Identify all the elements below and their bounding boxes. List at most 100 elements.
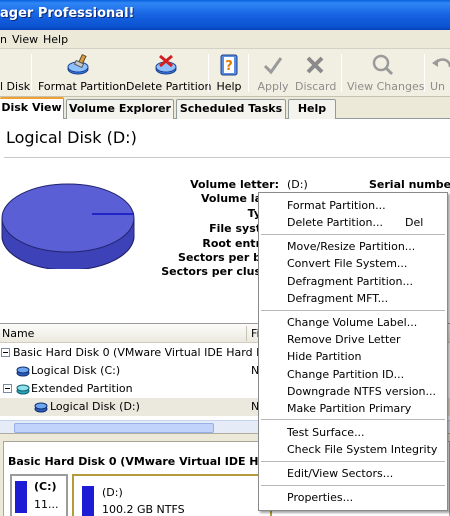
- context-menu: Format Partition... Delete Partition... …: [258, 192, 448, 511]
- title-bar: ager Professional!: [0, 0, 450, 30]
- menu-item-label: Check File System Integrity: [287, 443, 438, 456]
- menu-item-downgrade-ntfs[interactable]: Downgrade NTFS version...: [259, 383, 447, 400]
- apply-checkmark-icon: [263, 57, 283, 75]
- tree-row-label: Logical Disk (D:): [50, 400, 140, 413]
- format-partition-icon: [67, 53, 89, 75]
- toolbar-separator: [248, 54, 249, 92]
- scrollbar-thumb[interactable]: [14, 423, 214, 433]
- toolbar-separator: [31, 54, 32, 92]
- menu-item-label: Hide Partition: [287, 350, 362, 363]
- menu-item-convert-file-system[interactable]: Convert File System...: [259, 255, 447, 272]
- menu-item-edit-view-sectors[interactable]: Edit/View Sectors...: [259, 465, 447, 482]
- partition-size: 11...: [34, 498, 59, 511]
- discard-label: Discard: [295, 80, 337, 93]
- menu-item-label: Convert File System...: [287, 257, 408, 270]
- partition-size: 100.2 GB NTFS: [102, 503, 185, 516]
- tab-help[interactable]: Help: [288, 99, 336, 119]
- apply-label: Apply: [257, 80, 289, 93]
- undo-icon: [432, 58, 450, 68]
- menu-item-label: Defragment MFT...: [287, 292, 389, 305]
- view-changes-magnifier-icon: [372, 54, 394, 76]
- menu-item-label: Remove Drive Letter: [287, 333, 401, 346]
- menu-item-view[interactable]: View: [12, 33, 38, 46]
- menu-item-label: Change Partition ID...: [287, 368, 405, 381]
- delete-partition-icon: [155, 54, 177, 75]
- logical-disk-icon: [34, 402, 48, 413]
- logical-disk-button[interactable]: l Disk: [0, 51, 30, 95]
- menu-item-remove-drive-letter[interactable]: Remove Drive Letter: [259, 331, 447, 348]
- window-title: ager Professional!: [0, 6, 135, 21]
- view-tabs: Disk View Volume Explorer Scheduled Task…: [0, 97, 450, 120]
- partition-block-c[interactable]: (C:) 11...: [10, 474, 68, 516]
- help-label: Help: [216, 80, 242, 93]
- collapse-toggle-icon[interactable]: [1, 348, 10, 357]
- menu-item-shortcut: Del: [405, 216, 424, 229]
- tab-help-label: Help: [297, 102, 327, 115]
- root-entries-label: Root entr: [202, 237, 261, 250]
- menu-item-label: Make Partition Primary: [287, 402, 412, 415]
- partition-block-d[interactable]: (D:) 100.2 GB NTFS: [72, 474, 272, 516]
- menu-item-defragment-mft[interactable]: Defragment MFT...: [259, 290, 447, 307]
- menu-item-help[interactable]: Help: [43, 33, 68, 46]
- disk-map-title: Basic Hard Disk 0 (VMware Virtual IDE Ha…: [8, 455, 293, 468]
- menu-item-label: Test Surface...: [287, 426, 365, 439]
- menu-item-check-file-system[interactable]: Check File System Integrity: [259, 441, 447, 458]
- menu-item-move-resize-partition[interactable]: Move/Resize Partition...: [259, 238, 447, 255]
- menu-item-properties[interactable]: Properties...: [259, 489, 447, 506]
- undo-button[interactable]: Un: [430, 51, 450, 95]
- volume-letter-label: Volume letter:: [190, 178, 279, 191]
- logical-disk-label: l Disk: [0, 80, 31, 93]
- format-partition-label: Format Partition: [38, 80, 127, 93]
- collapse-toggle-icon[interactable]: [3, 384, 12, 393]
- menu-item-test-surface[interactable]: Test Surface...: [259, 424, 447, 441]
- tab-scheduled-tasks[interactable]: Scheduled Tasks: [176, 99, 286, 119]
- page-title: Logical Disk (D:): [6, 128, 137, 147]
- menu-item-delete-partition[interactable]: Delete Partition... Del: [259, 214, 447, 231]
- tab-volume-explorer[interactable]: Volume Explorer: [66, 99, 174, 119]
- partition-usage-bar: [15, 481, 27, 513]
- menu-item-label: Properties...: [287, 491, 354, 504]
- menu-item-label: Edit/View Sectors...: [287, 467, 394, 480]
- svg-text:?: ?: [225, 59, 233, 74]
- tab-volume-explorer-label: Volume Explorer: [69, 102, 171, 115]
- title-divider: [4, 157, 450, 158]
- partition-letter: (D:): [102, 486, 123, 499]
- logical-disk-icon: [16, 366, 30, 377]
- discard-x-icon: [306, 56, 324, 74]
- menu-separator: [261, 234, 445, 235]
- column-name-header[interactable]: Name: [2, 327, 34, 340]
- tab-disk-view[interactable]: Disk View: [0, 97, 64, 120]
- menu-item-format-partition[interactable]: Format Partition...: [259, 197, 447, 214]
- delete-partition-label: Delete Partition: [126, 80, 212, 93]
- menu-item-action[interactable]: n: [0, 33, 7, 46]
- partition-letter: (C:): [34, 480, 57, 493]
- sectors-per-block-label: Sectors per b: [178, 251, 261, 264]
- toolbar-separator: [208, 54, 209, 92]
- tab-scheduled-tasks-label: Scheduled Tasks: [179, 102, 283, 115]
- file-system-label: File syst: [209, 222, 261, 235]
- tree-row-label: Basic Hard Disk 0 (VMware Virtual IDE Ha…: [13, 346, 290, 359]
- menu-item-label: Delete Partition...: [287, 216, 383, 229]
- delete-partition-button[interactable]: Delete Partition: [126, 51, 212, 95]
- menu-item-make-partition-primary[interactable]: Make Partition Primary: [259, 400, 447, 417]
- toolbar-separator: [424, 54, 425, 92]
- disk-usage-pie-chart: [1, 183, 135, 269]
- menu-item-change-volume-label[interactable]: Change Volume Label...: [259, 314, 447, 331]
- undo-label: Un: [430, 80, 446, 93]
- menu-item-change-partition-id[interactable]: Change Partition ID...: [259, 366, 447, 383]
- view-changes-label: View Changes: [347, 80, 425, 93]
- toolbar-separator: [341, 54, 342, 92]
- menu-item-label: Format Partition...: [287, 199, 386, 212]
- format-partition-button[interactable]: Format Partition: [38, 51, 127, 95]
- tree-row-label: Extended Partition: [31, 382, 133, 395]
- apply-button[interactable]: Apply: [254, 51, 292, 95]
- serial-number-label: Serial number:: [369, 178, 450, 191]
- help-icon: ?: [220, 54, 238, 76]
- help-button[interactable]: ? Help: [212, 51, 246, 95]
- menu-item-defragment-partition[interactable]: Defragment Partition...: [259, 273, 447, 290]
- volume-label-label: Volume la: [200, 192, 262, 205]
- discard-button[interactable]: Discard: [295, 51, 337, 95]
- menu-item-hide-partition[interactable]: Hide Partition: [259, 348, 447, 365]
- sectors-per-cluster-label: Sectors per clus: [161, 265, 261, 278]
- view-changes-button[interactable]: View Changes: [347, 51, 425, 95]
